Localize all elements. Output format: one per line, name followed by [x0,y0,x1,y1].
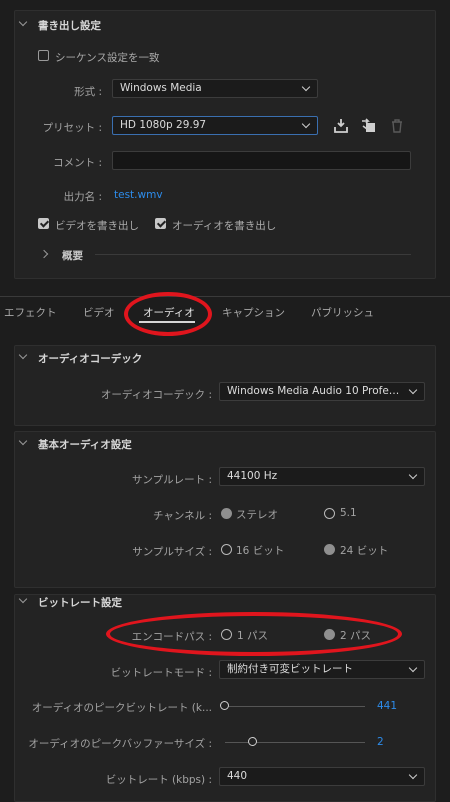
comment-input[interactable] [112,151,411,170]
chevron-down-icon [301,119,311,129]
channel-51-radio[interactable] [324,508,335,519]
pass-1-radio[interactable] [221,629,232,640]
export-audio-label: オーディオを書き出し [172,220,277,232]
tab-effects[interactable]: エフェクト [4,305,57,320]
sample-size-24-radio[interactable] [324,544,335,555]
output-name-label: 出力名 : [63,191,102,203]
peak-buffer-slider-track[interactable] [225,742,365,743]
bitrate-mode-dropdown[interactable]: 制約付き可変ビットレート [219,660,425,679]
export-video-checkbox[interactable] [38,218,49,229]
tab-audio[interactable]: オーディオ [143,305,195,320]
preset-value: HD 1080p 29.97 [120,119,207,131]
channel-51-label: 5.1 [340,507,357,519]
pass-2-label: 2 パス [340,630,372,642]
peak-buffer-slider-knob[interactable] [248,737,257,746]
format-value: Windows Media [120,82,202,94]
output-name-link[interactable]: test.wmv [114,189,163,201]
delete-preset-icon[interactable] [389,118,405,134]
audio-codec-value: Windows Media Audio 10 Professi... [227,385,413,397]
comment-label: コメント : [53,157,102,169]
peak-bitrate-label: オーディオのピークビットレート (k... [31,702,212,714]
import-preset-icon[interactable] [361,118,377,134]
preset-dropdown[interactable]: HD 1080p 29.97 [112,116,318,135]
peak-bitrate-value[interactable]: 441 [377,700,397,712]
match-sequence-checkbox[interactable] [38,50,49,61]
sample-rate-value: 44100 Hz [227,470,278,482]
audio-codec-dropdown[interactable]: Windows Media Audio 10 Professi... [219,382,425,401]
preset-label: プリセット : [42,122,102,134]
channel-stereo-radio[interactable] [221,508,232,519]
chevron-down-icon [408,663,418,673]
tab-audio-underline [139,321,195,323]
summary-divider [95,254,411,255]
basic-audio-title: 基本オーディオ設定 [38,439,132,451]
peak-buffer-label: オーディオのピークバッファーサイズ : [28,738,212,750]
bitrate-kbps-value: 440 [227,770,248,782]
summary-label[interactable]: 概要 [62,248,83,263]
export-video-label: ビデオを書き出し [55,220,139,232]
tabs-divider [0,296,450,297]
pass-2-radio[interactable] [324,629,335,640]
sample-size-24-label: 24 ビット [340,545,389,557]
chevron-down-icon [301,82,311,92]
sample-rate-dropdown[interactable]: 44100 Hz [219,467,425,486]
chevron-down-icon [408,770,418,780]
tab-captions[interactable]: キャプション [222,305,285,320]
sample-size-label: サンプルサイズ : [132,546,212,558]
export-settings-title: 書き出し設定 [38,20,101,32]
sample-size-16-label: 16 ビット [236,545,285,557]
channel-stereo-label: ステレオ [236,509,278,521]
encode-pass-label: エンコードパス : [131,631,212,643]
bitrate-mode-label: ビットレートモード : [110,667,212,679]
save-preset-icon[interactable] [333,118,349,134]
pass-1-label: 1 パス [237,630,269,642]
bitrate-kbps-dropdown[interactable]: 440 [219,767,425,786]
sample-rate-label: サンプルレート : [131,474,212,486]
tab-publish[interactable]: パブリッシュ [311,305,374,320]
channel-label: チャンネル : [152,510,212,522]
peak-buffer-value[interactable]: 2 [377,736,384,748]
bitrate-mode-value: 制約付き可変ビットレート [227,663,353,675]
peak-bitrate-slider-track[interactable] [222,706,365,707]
bitrate-title: ビットレート設定 [38,597,122,609]
sample-size-16-radio[interactable] [221,544,232,555]
bitrate-kbps-label: ビットレート (kbps) : [105,774,212,786]
format-label: 形式 : [74,86,102,98]
peak-bitrate-slider-knob[interactable] [220,701,229,710]
chevron-down-icon [408,470,418,480]
tab-video[interactable]: ビデオ [83,305,115,320]
match-sequence-label: シーケンス設定を一致 [55,52,160,64]
export-audio-checkbox[interactable] [155,218,166,229]
audio-codec-label: オーディオコーデック : [100,389,212,401]
audio-codec-title: オーディオコーデック [38,353,143,365]
format-dropdown[interactable]: Windows Media [112,79,318,98]
